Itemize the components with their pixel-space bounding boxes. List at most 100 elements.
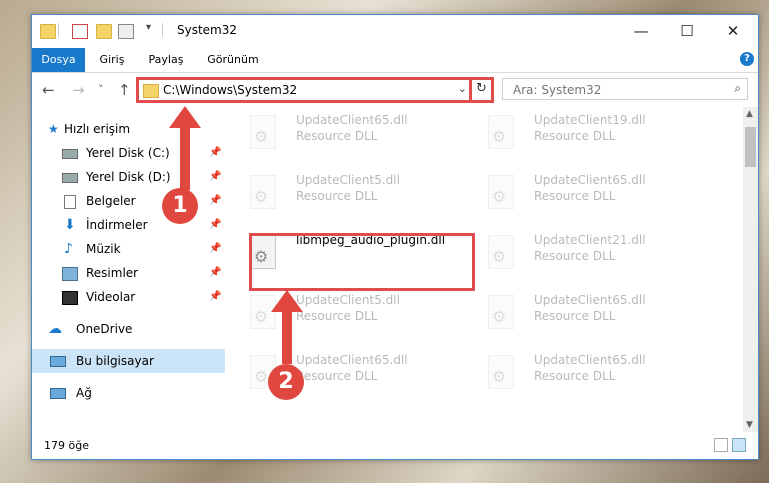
video-icon	[62, 291, 78, 305]
file-name: UpdateClient21.dll	[534, 233, 646, 247]
gear-icon: ⚙	[492, 307, 507, 326]
view-options-icon[interactable]	[118, 24, 134, 39]
cloud-icon: ☁	[48, 321, 62, 337]
sidebar-item-label: İndirmeler	[86, 218, 148, 232]
sidebar-item-network[interactable]: Ağ	[32, 381, 225, 405]
list-item[interactable]: ⚙ UpdateClient5.dll Resource DLL	[228, 167, 448, 221]
list-item[interactable]: ⚙ UpdateClient65.dll Resource DLL	[466, 167, 686, 221]
sidebar-item-label: Hızlı erişim	[64, 122, 131, 136]
folder-icon	[143, 84, 159, 98]
sidebar-item-label: Belgeler	[86, 194, 136, 208]
back-button[interactable]: ←	[42, 81, 55, 99]
separator	[58, 23, 59, 37]
file-type: Resource DLL	[296, 309, 378, 323]
sidebar-item-label: Ağ	[76, 386, 92, 400]
pin-icon[interactable]: 📌	[209, 213, 221, 237]
sidebar-item-music[interactable]: ♪ Müzik 📌	[32, 237, 225, 261]
details-view-icon[interactable]	[714, 438, 728, 452]
list-item[interactable]: ⚙ UpdateClient19.dll Resource DLL	[466, 107, 686, 161]
gear-icon: ⚙	[254, 307, 269, 326]
status-bar: 179 öğe	[32, 432, 758, 459]
list-item[interactable]: ⚙ UpdateClient65.dll Resource DLL	[466, 347, 686, 401]
close-button[interactable]: ✕	[710, 15, 756, 47]
list-item[interactable]: ⚙ UpdateClient21.dll Resource DLL	[466, 227, 686, 281]
properties-icon[interactable]	[72, 24, 88, 39]
recent-locations-button[interactable]: ˅	[98, 83, 104, 96]
file-highlight-box	[249, 233, 475, 291]
ribbon-tabs: Dosya Giriş Paylaş Görünüm ?	[32, 48, 758, 73]
sidebar-item-videos[interactable]: Videolar 📌	[32, 285, 225, 309]
tab-view[interactable]: Görünüm	[202, 48, 264, 72]
file-name: UpdateClient65.dll	[534, 293, 646, 307]
gear-icon: ⚙	[492, 367, 507, 386]
sidebar-item-local-disk-d[interactable]: Yerel Disk (D:) 📌	[32, 165, 225, 189]
refresh-button[interactable]: ↻	[469, 77, 491, 103]
file-type: Resource DLL	[534, 189, 616, 203]
scroll-thumb[interactable]	[745, 127, 756, 167]
callout-arrow-shaft	[282, 312, 292, 364]
file-name: UpdateClient65.dll	[296, 353, 408, 367]
address-history-chevron-icon[interactable]: ⌄	[458, 82, 467, 95]
file-name: UpdateClient65.dll	[534, 353, 646, 367]
window-title: System32	[177, 23, 238, 37]
forward-button[interactable]: →	[72, 81, 85, 99]
pin-icon[interactable]: 📌	[209, 261, 221, 285]
file-type: Resource DLL	[534, 129, 616, 143]
pin-icon[interactable]: 📌	[209, 165, 221, 189]
pin-icon[interactable]: 📌	[209, 141, 221, 165]
tab-file[interactable]: Dosya	[32, 48, 85, 72]
search-box[interactable]: ⌕	[502, 78, 748, 100]
search-icon[interactable]: ⌕	[734, 81, 741, 96]
large-icons-view-icon[interactable]	[732, 438, 746, 452]
tab-share[interactable]: Paylaş	[142, 48, 190, 72]
file-type: Resource DLL	[534, 369, 616, 383]
computer-icon	[50, 356, 66, 367]
callout-badge-2: 2	[268, 364, 304, 400]
help-icon[interactable]: ?	[740, 52, 754, 66]
callout-badge-1: 1	[162, 188, 198, 224]
address-bar[interactable]: C:\Windows\System32 ⌄ ↻	[136, 77, 494, 103]
title-bar: ▾ System32 — ☐ ✕	[32, 15, 758, 47]
scroll-down-icon[interactable]: ▼	[746, 420, 753, 430]
vertical-scrollbar[interactable]: ▲ ▼	[743, 107, 758, 432]
file-type: Resource DLL	[534, 249, 616, 263]
list-item[interactable]: ⚙ UpdateClient65.dll Resource DLL	[228, 107, 448, 161]
sidebar-item-pictures[interactable]: Resimler 📌	[32, 261, 225, 285]
list-item[interactable]: ⚙ UpdateClient65.dll Resource DLL	[466, 287, 686, 341]
quick-access-dropdown-icon[interactable]: ▾	[146, 22, 160, 35]
sidebar-item-downloads[interactable]: ⬇ İndirmeler 📌	[32, 213, 225, 237]
pin-icon[interactable]: 📌	[209, 285, 221, 309]
gear-icon: ⚙	[254, 127, 269, 146]
separator	[162, 23, 163, 37]
search-input[interactable]	[511, 81, 715, 99]
sidebar-item-label: Resimler	[86, 266, 139, 280]
minimize-button[interactable]: —	[618, 15, 664, 47]
sidebar-item-local-disk-c[interactable]: Yerel Disk (C:) 📌	[32, 141, 225, 165]
file-type: Resource DLL	[296, 129, 378, 143]
pin-icon[interactable]: 📌	[209, 237, 221, 261]
drive-icon	[62, 149, 78, 159]
callout-arrow-shaft	[180, 128, 190, 190]
sidebar-item-this-pc[interactable]: Bu bilgisayar	[32, 349, 225, 373]
sidebar-item-label: Videolar	[86, 290, 136, 304]
scroll-up-icon[interactable]: ▲	[746, 109, 753, 119]
sidebar-item-label: OneDrive	[76, 322, 133, 336]
navigation-pane: ★ Hızlı erişim Yerel Disk (C:) 📌 Yerel D…	[32, 107, 228, 432]
tab-home[interactable]: Giriş	[92, 48, 132, 72]
file-type: Resource DLL	[296, 189, 378, 203]
list-item[interactable]: ⚙ UpdateClient5.dll Resource DLL	[228, 287, 448, 341]
documents-icon	[64, 195, 76, 209]
file-name: UpdateClient65.dll	[296, 113, 408, 127]
list-item[interactable]: ⚙ UpdateClient65.dll Resource DLL	[228, 347, 448, 401]
address-path[interactable]: C:\Windows\System32	[163, 83, 297, 97]
gear-icon: ⚙	[254, 367, 269, 386]
folder-icon	[40, 24, 56, 39]
file-name: UpdateClient5.dll	[296, 293, 400, 307]
file-name: UpdateClient19.dll	[534, 113, 646, 127]
new-folder-icon[interactable]	[96, 24, 112, 39]
sidebar-item-onedrive[interactable]: ☁ OneDrive	[32, 317, 225, 341]
pin-icon[interactable]: 📌	[209, 189, 221, 213]
maximize-button[interactable]: ☐	[664, 15, 710, 47]
up-button[interactable]: ↑	[118, 81, 131, 99]
callout-arrow-head	[271, 290, 303, 312]
